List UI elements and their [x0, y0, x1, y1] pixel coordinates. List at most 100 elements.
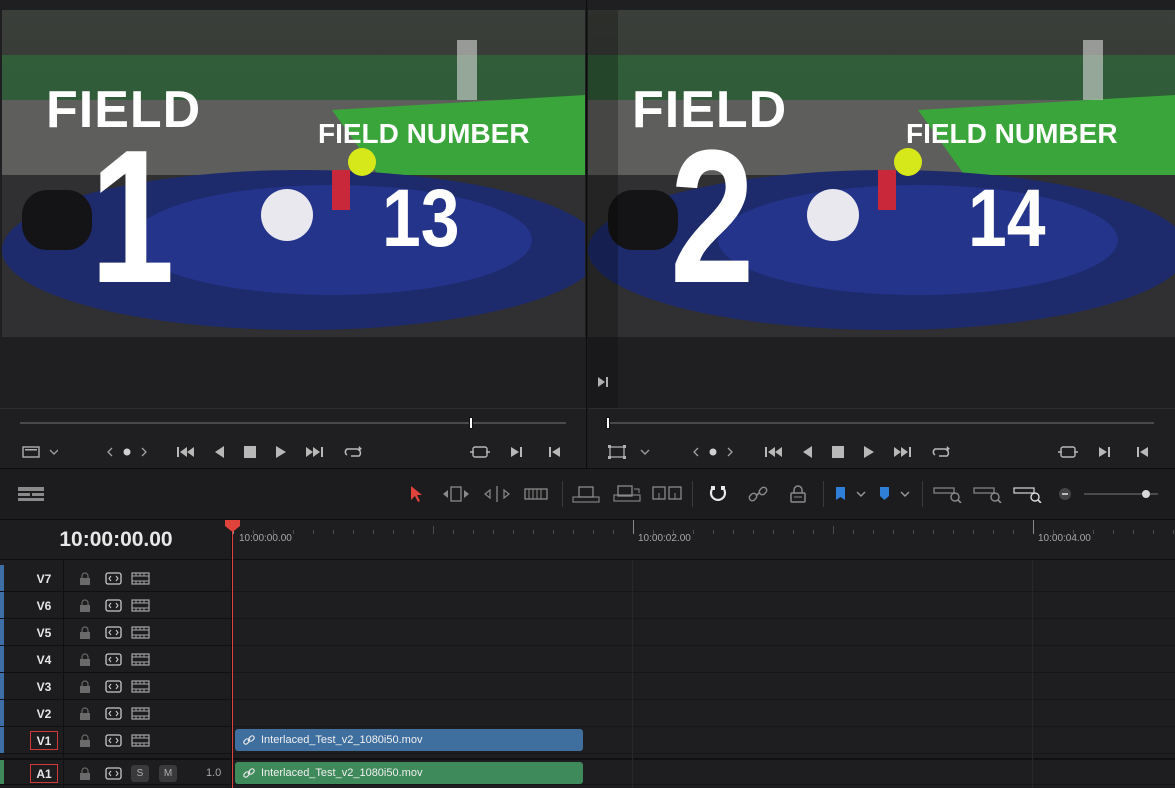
- track-name[interactable]: V5: [30, 623, 58, 642]
- match-frame-icon[interactable]: [1056, 443, 1080, 461]
- lock-icon[interactable]: [78, 679, 92, 693]
- track-output-icon[interactable]: [130, 733, 150, 747]
- prev-edit-icon[interactable]: [1133, 443, 1151, 461]
- track-lane-v5[interactable]: [233, 619, 1175, 646]
- position-lock-icon[interactable]: [786, 483, 810, 505]
- replace-clip-icon[interactable]: [651, 483, 683, 505]
- auto-select-icon[interactable]: [104, 733, 122, 747]
- prev-edit-icon[interactable]: [545, 443, 563, 461]
- track-header-v2[interactable]: V2: [0, 700, 232, 727]
- auto-select-icon[interactable]: [104, 706, 122, 720]
- zoom-out-icon[interactable]: [1056, 483, 1074, 505]
- track-lane-v6[interactable]: [233, 592, 1175, 619]
- auto-select-icon[interactable]: [104, 625, 122, 639]
- next-edit-icon[interactable]: [1096, 443, 1114, 461]
- go-to-start-icon[interactable]: [763, 443, 785, 461]
- track-lane-v2[interactable]: [233, 700, 1175, 727]
- track-output-icon[interactable]: [130, 598, 150, 612]
- match-frame-icon[interactable]: [468, 443, 492, 461]
- track-lane-v1[interactable]: Interlaced_Test_v2_1080i50.mov: [233, 727, 1175, 754]
- lock-icon[interactable]: [78, 652, 92, 666]
- insert-clip-icon[interactable]: [571, 483, 601, 505]
- dynamic-trim-icon[interactable]: [481, 483, 513, 505]
- play-icon[interactable]: [861, 443, 877, 461]
- playhead-handle[interactable]: [224, 519, 241, 532]
- next-edit-icon[interactable]: [508, 443, 526, 461]
- track-header-v6[interactable]: V6: [0, 592, 232, 619]
- video-clip[interactable]: Interlaced_Test_v2_1080i50.mov: [235, 729, 583, 751]
- viewer-options-icon[interactable]: [608, 443, 652, 461]
- stop-icon[interactable]: [242, 443, 258, 461]
- scrub-handle[interactable]: [606, 417, 610, 429]
- zoom-slider[interactable]: [1082, 483, 1162, 505]
- track-header-a1[interactable]: A1 S M 1.0: [0, 758, 232, 785]
- lock-icon[interactable]: [78, 766, 92, 780]
- track-output-icon[interactable]: [130, 652, 150, 666]
- marker-icon[interactable]: [876, 483, 912, 505]
- play-reverse-icon[interactable]: [211, 443, 227, 461]
- overwrite-clip-icon[interactable]: [612, 483, 642, 505]
- zoom-full-icon[interactable]: [932, 483, 964, 505]
- track-lane-v3[interactable]: [233, 673, 1175, 700]
- mute-button[interactable]: M: [159, 765, 177, 782]
- lock-icon[interactable]: [78, 598, 92, 612]
- stop-icon[interactable]: [830, 443, 846, 461]
- go-to-start-icon[interactable]: [175, 443, 197, 461]
- track-volume[interactable]: 1.0: [206, 767, 221, 779]
- zoom-detail-icon[interactable]: [972, 483, 1004, 505]
- lock-icon[interactable]: [78, 706, 92, 720]
- track-header-v1[interactable]: V1: [0, 727, 232, 754]
- auto-select-icon[interactable]: [104, 652, 122, 666]
- auto-select-icon[interactable]: [104, 679, 122, 693]
- track-header-v7[interactable]: V7: [0, 565, 232, 592]
- track-name[interactable]: V6: [30, 596, 58, 615]
- track-name[interactable]: V2: [30, 704, 58, 723]
- loop-icon[interactable]: [930, 443, 952, 461]
- snapping-icon[interactable]: [706, 483, 730, 505]
- track-output-icon[interactable]: [130, 571, 150, 585]
- track-header-v4[interactable]: V4: [0, 646, 232, 673]
- time-ruler[interactable]: 10:00:00.00 10:00:02.00 10:00:04.00: [233, 520, 1175, 560]
- track-name[interactable]: V4: [30, 650, 58, 669]
- play-reverse-icon[interactable]: [799, 443, 815, 461]
- track-name[interactable]: V3: [30, 677, 58, 696]
- auto-select-icon[interactable]: [104, 571, 122, 585]
- track-lane-v7[interactable]: [233, 565, 1175, 592]
- expand-viewer-icon[interactable]: [597, 375, 609, 394]
- track-header-v3[interactable]: V3: [0, 673, 232, 700]
- selection-tool-icon[interactable]: [406, 483, 426, 505]
- flag-icon[interactable]: [832, 483, 868, 505]
- scrub-bar[interactable]: [20, 422, 566, 424]
- trim-tool-icon[interactable]: [440, 483, 472, 505]
- lock-icon[interactable]: [78, 625, 92, 639]
- blade-tool-icon[interactable]: [522, 483, 550, 505]
- jog-control[interactable]: [692, 443, 736, 461]
- track-name[interactable]: V7: [30, 569, 58, 588]
- jog-control[interactable]: [106, 443, 150, 461]
- viewer-options-icon[interactable]: [20, 443, 60, 461]
- timecode-display[interactable]: 10:00:00.00: [0, 520, 232, 560]
- lock-icon[interactable]: [78, 571, 92, 585]
- linked-selection-icon[interactable]: [746, 483, 770, 505]
- track-output-icon[interactable]: [130, 706, 150, 720]
- timeline-view-options-icon[interactable]: [16, 483, 46, 505]
- lock-icon[interactable]: [78, 733, 92, 747]
- track-header-v5[interactable]: V5: [0, 619, 232, 646]
- solo-button[interactable]: S: [131, 765, 149, 782]
- auto-select-icon[interactable]: [104, 598, 122, 612]
- track-output-icon[interactable]: [130, 625, 150, 639]
- track-name[interactable]: V1: [30, 731, 58, 750]
- track-output-icon[interactable]: [130, 679, 150, 693]
- track-lane-v4[interactable]: [233, 646, 1175, 673]
- track-lane-a1[interactable]: Interlaced_Test_v2_1080i50.mov: [233, 758, 1175, 785]
- playhead-line[interactable]: [232, 520, 233, 788]
- play-icon[interactable]: [273, 443, 289, 461]
- scrub-handle[interactable]: [469, 417, 473, 429]
- zoom-custom-icon[interactable]: [1012, 483, 1044, 505]
- go-to-end-icon[interactable]: [304, 443, 326, 461]
- audio-clip[interactable]: Interlaced_Test_v2_1080i50.mov: [235, 762, 583, 784]
- track-name[interactable]: A1: [30, 764, 58, 783]
- loop-icon[interactable]: [342, 443, 364, 461]
- auto-select-icon[interactable]: [104, 766, 122, 780]
- go-to-end-icon[interactable]: [892, 443, 914, 461]
